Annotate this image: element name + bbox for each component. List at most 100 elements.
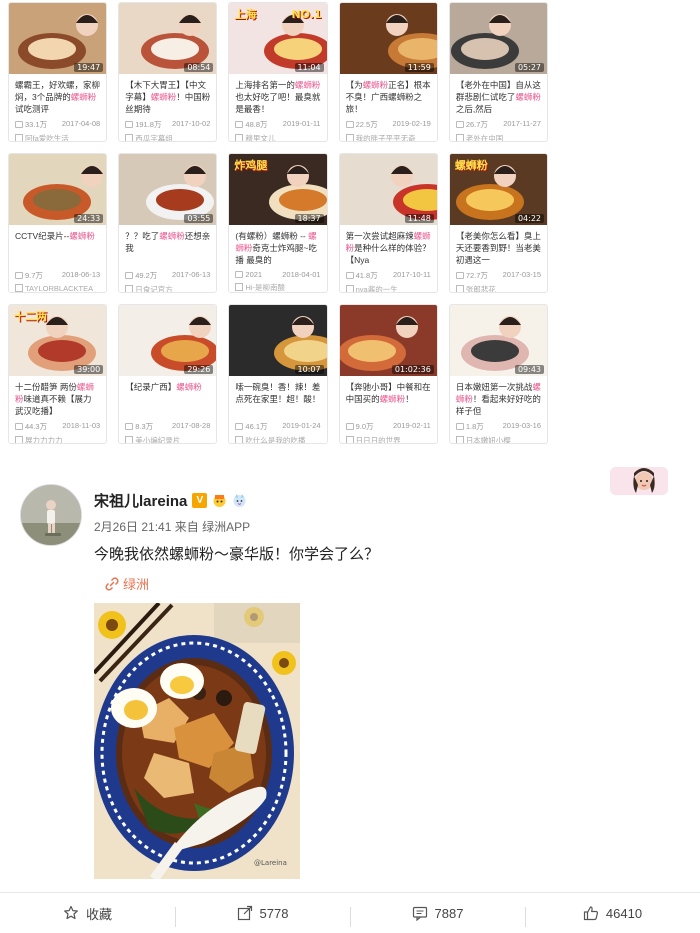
- video-card-body: 【纪录广西】螺蛳粉 8.3万 2017-08-28 美小编纪录片: [119, 376, 216, 443]
- video-thumbnail[interactable]: 01:02:36: [339, 305, 437, 376]
- repost-button[interactable]: 5778: [175, 905, 350, 927]
- video-title[interactable]: 嗦一碗臭！香！辣！差点死在家里！超！酸！: [235, 381, 320, 417]
- favorite-button[interactable]: 收藏: [0, 904, 175, 923]
- video-thumbnail[interactable]: 螺蛳粉 04:22: [449, 154, 548, 225]
- video-title-prefix: 【老美你怎么看】臭上天还要香到野！当老美初遇这一: [455, 231, 541, 265]
- video-author[interactable]: Hi-是柳南酸: [235, 282, 320, 292]
- video-card[interactable]: 08:54 【木下大胃王】【中文字幕】螺蛳粉！中国粉丝期待 191.8万 2017-1…: [118, 2, 218, 142]
- video-author[interactable]: 我的胖子平平无奇: [346, 133, 431, 141]
- video-duration: 18:37: [294, 214, 324, 223]
- video-title[interactable]: 螺霸王，好欢螺，家柳焖，3个品牌的螺蛳粉试吃测评: [15, 79, 100, 115]
- video-title-suffix: 试吃测评: [15, 104, 50, 114]
- video-card[interactable]: 螺蛳粉 04:22 【老美你怎么看】臭上天还要香到野！当老美初遇这一 72.7万 201…: [448, 153, 549, 293]
- video-title-prefix: 【纪录广西】: [125, 382, 177, 392]
- video-thumbnail[interactable]: 11:48: [339, 154, 437, 225]
- video-title[interactable]: 上海排名第一的螺蛳粉也太好吃了吧！最臭就是最香！: [235, 79, 320, 115]
- video-meta: 9.7万 2018-06-13: [15, 270, 100, 281]
- video-title[interactable]: 【为螺蛳粉正名】根本不臭！广西螺蛳粉之旅！: [346, 79, 431, 115]
- post-source[interactable]: 绿洲APP: [202, 520, 250, 534]
- video-card[interactable]: 01:02:36 【奔驰小哥】中餐和在中国买的螺蛳粉！ 9.0万 2019-02-11…: [338, 304, 438, 444]
- video-author[interactable]: 老外在中国: [456, 133, 541, 141]
- video-card[interactable]: 09:43 日本嫩妞第一次挑战螺蛳粉！看起来好好吃的样子但 1.8万 2019-03-…: [448, 304, 549, 444]
- video-card[interactable]: 11:48 第一次尝试超麻辣螺蛳粉是种什么样的体验？【Nya 41.8万 2017-1…: [338, 153, 438, 293]
- video-views: 22.5万: [346, 119, 378, 130]
- post-photo[interactable]: @Lareina: [94, 603, 300, 879]
- video-author[interactable]: 日食记官方: [125, 284, 210, 292]
- video-thumbnail[interactable]: 05:27: [449, 3, 548, 74]
- member-badge-icon: [212, 493, 227, 508]
- video-card[interactable]: 炸鸡腿 18:37 (有螺粉）螺蛳粉 -- 螺蛳粉奇克士炸鸡腿~吃播 最臭的 2021…: [228, 153, 328, 293]
- video-thumbnail[interactable]: 03:55: [119, 154, 217, 225]
- video-thumbnail[interactable]: 08:54: [119, 3, 217, 74]
- video-author[interactable]: 张郎悲花: [456, 284, 541, 292]
- video-title-keyword: 螺蛳粉: [70, 92, 97, 102]
- video-author[interactable]: 日日日的世界: [346, 435, 431, 443]
- video-views: 8.3万: [125, 421, 153, 432]
- video-duration: 29:26: [184, 365, 214, 374]
- video-title-keyword: 螺蛳粉: [159, 231, 185, 241]
- video-title[interactable]: 十二份醋笋 两份螺蛳粉味道真不赖【展力 武汉吃播】: [15, 381, 100, 417]
- video-title-prefix: 【为: [345, 80, 363, 90]
- video-author[interactable]: 美小编纪录片: [125, 435, 210, 443]
- video-thumbnail[interactable]: 24:33: [9, 154, 107, 225]
- video-thumbnail[interactable]: 11:59: [339, 3, 437, 74]
- topic-tag[interactable]: 绿洲: [105, 574, 149, 593]
- video-author[interactable]: 阿fa爱吃生活: [15, 133, 100, 141]
- video-thumbnail[interactable]: 上海 NO.1 11:04: [229, 3, 327, 74]
- video-card-body: 第一次尝试超麻辣螺蛳粉是种什么样的体验？【Nya 41.8万 2017-10-11 n…: [340, 225, 437, 292]
- video-title[interactable]: 【老外在中国】自从这群悲剧仁试吃了螺蛳粉之后,然后: [456, 79, 541, 115]
- video-duration: 39:00: [74, 365, 104, 374]
- video-card[interactable]: 11:59 【为螺蛳粉正名】根本不臭！广西螺蛳粉之旅！ 22.5万 2019-02-1…: [338, 2, 438, 142]
- comment-button[interactable]: 7887: [350, 905, 525, 927]
- video-author[interactable]: 西瓜字幕组: [125, 133, 210, 141]
- video-title-suffix: 是种什么样的体验？【Nya: [345, 243, 431, 265]
- video-thumbnail[interactable]: 炸鸡腿 18:37: [229, 154, 327, 225]
- video-duration: 03:55: [184, 214, 214, 223]
- video-title[interactable]: 【木下大胃王】【中文字幕】螺蛳粉！中国粉丝期待: [125, 79, 210, 115]
- video-thumbnail[interactable]: 十二两 39:00: [9, 305, 107, 376]
- video-thumbnail[interactable]: 09:43: [449, 305, 548, 376]
- video-title-prefix: 十二份醋笋 两份: [15, 382, 77, 392]
- post-time[interactable]: 2月26日 21:41: [94, 520, 171, 534]
- video-card[interactable]: 10:07 嗦一碗臭！香！辣！差点死在家里！超！酸！ 46.1万 2019-01-24…: [228, 304, 328, 444]
- video-title-suffix: ！: [405, 394, 414, 404]
- video-title-keyword: 螺蛳粉: [362, 80, 389, 90]
- video-thumbnail[interactable]: 29:26: [119, 305, 217, 376]
- fan-badge-icon: [232, 493, 247, 508]
- video-title-prefix: 日本嫩妞第一次挑战: [455, 382, 533, 392]
- video-author[interactable]: 吃什么是我的吃播: [235, 435, 320, 443]
- video-title[interactable]: 日本嫩妞第一次挑战螺蛳粉！看起来好好吃的样子但: [456, 381, 541, 417]
- video-card-body: 十二份醋笋 两份螺蛳粉味道真不赖【展力 武汉吃播】 44.3万 2018-11-03…: [9, 376, 106, 443]
- video-card[interactable]: 上海 NO.1 11:04 上海排名第一的螺蛳粉也太好吃了吧！最臭就是最香！ 48.8万…: [228, 2, 328, 142]
- video-duration: 10:07: [294, 365, 324, 374]
- video-title[interactable]: 第一次尝试超麻辣螺蛳粉是种什么样的体验？【Nya: [346, 230, 431, 266]
- video-author[interactable]: 展力力力力: [15, 435, 100, 443]
- video-title[interactable]: 【奔驰小哥】中餐和在中国买的螺蛳粉！: [346, 381, 431, 417]
- video-author[interactable]: 穆里文儿: [235, 133, 320, 141]
- like-button[interactable]: 46410: [525, 905, 700, 927]
- video-card[interactable]: 19:47 螺霸王，好欢螺，家柳焖，3个品牌的螺蛳粉试吃测评 33.1万 2017-0…: [8, 2, 108, 142]
- video-author[interactable]: 日本嫩妞小樱: [456, 435, 541, 443]
- video-card[interactable]: 03:55 ？？吃了螺蛳粉还想亲我 49.2万 2017-06-13 日食记官方: [118, 153, 218, 293]
- video-date: 2017-10-02: [172, 119, 211, 128]
- video-views: 49.2万: [125, 270, 157, 281]
- video-title[interactable]: 【纪录广西】螺蛳粉: [125, 381, 210, 417]
- video-title[interactable]: CCTV纪录片--螺蛳粉: [15, 230, 100, 266]
- video-card[interactable]: 29:26 【纪录广西】螺蛳粉 8.3万 2017-08-28 美小编纪录片: [118, 304, 218, 444]
- thumbnail-caption: 螺蛳粉: [454, 159, 488, 172]
- author-name[interactable]: 宋祖儿lareina: [94, 490, 187, 511]
- author-avatar[interactable]: [20, 484, 82, 546]
- video-author[interactable]: TAYLORBLACKTEA: [15, 284, 100, 292]
- video-card[interactable]: 05:27 【老外在中国】自从这群悲剧仁试吃了螺蛳粉之后,然后 26.7万 2017-…: [448, 2, 549, 142]
- video-title[interactable]: 【老美你怎么看】臭上天还要香到野！当老美初遇这一: [456, 230, 541, 266]
- video-author[interactable]: nya酱的一生: [346, 284, 431, 292]
- video-title[interactable]: ？？吃了螺蛳粉还想亲我: [125, 230, 210, 266]
- video-date: 2019-01-24: [282, 421, 321, 430]
- post-source-prefix: 来自: [174, 520, 199, 534]
- favorite-label: 收藏: [85, 906, 112, 922]
- video-title[interactable]: (有螺粉）螺蛳粉 -- 螺蛳粉奇克士炸鸡腿~吃播 最臭的: [235, 230, 320, 266]
- video-card[interactable]: 十二两 39:00 十二份醋笋 两份螺蛳粉味道真不赖【展力 武汉吃播】 44.3万 20…: [8, 304, 108, 444]
- video-thumbnail[interactable]: 10:07: [229, 305, 327, 376]
- video-thumbnail[interactable]: 19:47: [9, 3, 107, 74]
- video-card[interactable]: 24:33 CCTV纪录片--螺蛳粉 9.7万 2018-06-13 TAYLORBLA…: [8, 153, 108, 293]
